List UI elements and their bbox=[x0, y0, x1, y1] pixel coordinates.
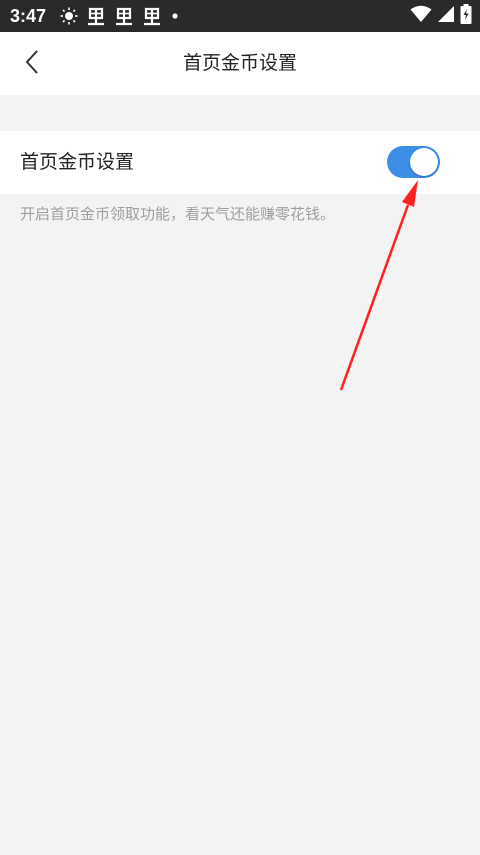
setting-description: 开启首页金币领取功能，看天气还能赚零花钱。 bbox=[20, 205, 336, 223]
sun-icon bbox=[60, 7, 78, 25]
back-button[interactable] bbox=[12, 42, 52, 86]
toggle-knob bbox=[410, 148, 438, 176]
system-icons bbox=[410, 0, 472, 32]
annotation-arrow-icon bbox=[339, 180, 418, 391]
notification-icons bbox=[60, 6, 180, 26]
home-coins-toggle[interactable] bbox=[387, 146, 440, 178]
status-time: 3:47 bbox=[10, 5, 47, 26]
status-bar: 3:47 bbox=[0, 0, 480, 32]
wifi-icon bbox=[410, 5, 432, 27]
nav-bar: 首页金币设置 bbox=[0, 32, 480, 95]
battery-charging-icon bbox=[460, 4, 472, 28]
app-notification-icon bbox=[114, 6, 134, 26]
app-notification-icon bbox=[86, 6, 106, 26]
signal-icon bbox=[438, 6, 454, 26]
app-notification-icon bbox=[142, 6, 162, 26]
chevron-left-icon bbox=[24, 49, 40, 79]
dot-icon bbox=[170, 11, 180, 21]
page-title: 首页金币设置 bbox=[182, 52, 297, 74]
setting-label: 首页金币设置 bbox=[20, 151, 135, 173]
